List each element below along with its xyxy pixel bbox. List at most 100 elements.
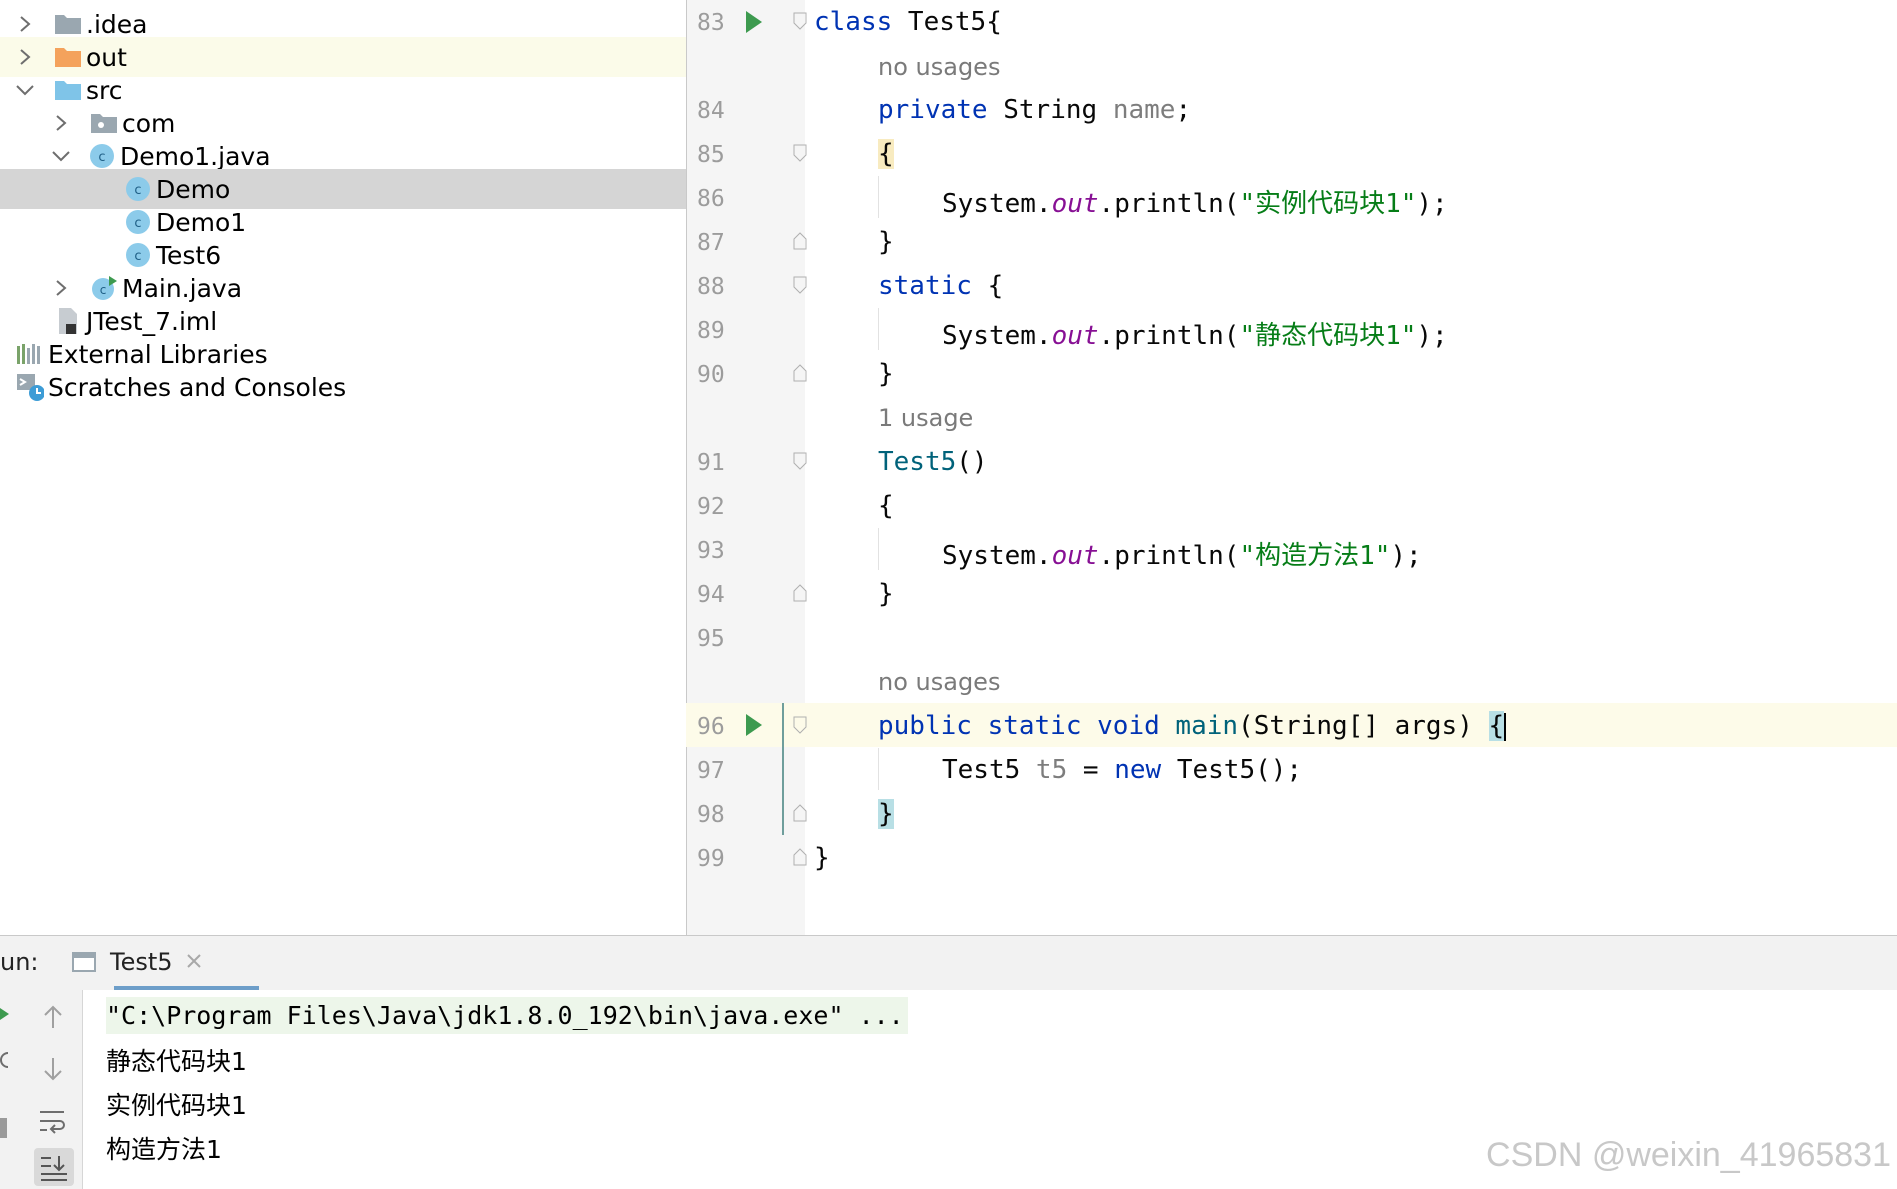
code-line-89[interactable]: System.out.println("静态代码块1"); — [942, 315, 1448, 352]
usage-hint[interactable]: 1 usage — [878, 404, 973, 432]
code-line-86[interactable]: System.out.println("实例代码块1"); — [942, 183, 1448, 220]
line-number: 88 — [697, 274, 725, 300]
usage-hint[interactable]: no usages — [878, 53, 1000, 81]
chevron-down-icon[interactable] — [14, 79, 36, 101]
line-number: 90 — [697, 362, 725, 388]
arrow-up-icon[interactable] — [42, 1004, 64, 1034]
brace: } — [814, 843, 830, 873]
fold-open-icon[interactable] — [793, 144, 807, 162]
scroll-to-end-button[interactable] — [34, 1148, 74, 1186]
java-class-icon: c — [88, 142, 116, 170]
code-line-97[interactable]: Test5 t5 = new Test5(); — [942, 755, 1302, 785]
chevron-right-icon[interactable] — [14, 46, 36, 68]
chevron-right-icon[interactable] — [50, 112, 72, 134]
chevron-down-icon[interactable] — [50, 145, 72, 167]
code-line-85[interactable]: { — [878, 139, 894, 169]
code-line-87[interactable]: } — [878, 227, 894, 257]
stop-icon[interactable] — [0, 1118, 8, 1142]
line-number: 99 — [697, 846, 725, 872]
iml-file-icon — [54, 307, 82, 335]
code-line-88[interactable]: static { — [878, 271, 1003, 301]
indent-guide — [878, 748, 879, 790]
code-line-96[interactable]: public static void main(String[] args) { — [878, 711, 1507, 741]
restart-icon[interactable] — [0, 1050, 10, 1074]
fold-close-icon[interactable] — [793, 848, 807, 866]
method-name: main — [1175, 711, 1239, 741]
brace: } — [878, 227, 894, 257]
code-text: ); — [1390, 541, 1422, 571]
code-text: () — [956, 447, 988, 477]
fold-open-icon[interactable] — [793, 452, 807, 470]
tree-item-label: JTest_7.iml — [86, 306, 218, 336]
line-number: 83 — [697, 10, 725, 36]
console-command-line: "C:\Program Files\Java\jdk1.8.0_192\bin\… — [106, 997, 908, 1034]
tree-item-label: .idea — [86, 9, 148, 39]
tree-item-label: Main.java — [122, 273, 243, 303]
tree-item-label: External Libraries — [48, 339, 268, 369]
scroll-to-end-icon — [39, 1154, 69, 1186]
code-line-84[interactable]: private String name; — [878, 95, 1191, 125]
code-line-94[interactable]: } — [878, 579, 894, 609]
rerun-icon[interactable] — [0, 1006, 10, 1025]
text-cursor — [1504, 712, 1507, 741]
package-icon — [90, 109, 118, 137]
svg-text:c: c — [100, 283, 107, 297]
tree-item-label: Demo — [156, 174, 231, 204]
svg-text:c: c — [134, 249, 141, 264]
brace: { — [878, 139, 894, 169]
java-class-runnable-icon: c — [90, 274, 118, 302]
string-literal: "实例代码块1" — [1239, 189, 1417, 219]
usage-hint[interactable]: no usages — [878, 668, 1000, 696]
fold-open-icon[interactable] — [793, 276, 807, 294]
code-line-93[interactable]: System.out.println("构造方法1"); — [942, 535, 1422, 572]
keyword: private — [878, 95, 988, 125]
fold-close-icon[interactable] — [793, 364, 807, 382]
code-line-90[interactable]: } — [878, 359, 894, 389]
run-toolbar — [0, 990, 83, 1189]
console-output-line: 实例代码块1 — [106, 1091, 247, 1120]
keyword: static — [878, 271, 972, 301]
chevron-right-icon[interactable] — [14, 13, 36, 35]
tree-item-scratches[interactable]: Scratches and Consoles — [0, 367, 686, 407]
matched-brace: } — [878, 799, 894, 829]
code-line-83[interactable]: class Test5{ — [814, 7, 1002, 37]
code-line-99[interactable]: } — [814, 843, 830, 873]
svg-text:c: c — [134, 183, 141, 198]
line-number: 91 — [697, 450, 725, 476]
field-name: name — [1112, 95, 1176, 125]
fold-open-icon[interactable] — [793, 716, 807, 734]
svg-text:c: c — [98, 150, 105, 165]
run-class-icon[interactable] — [746, 11, 762, 33]
run-main-icon[interactable] — [746, 714, 762, 736]
code-line-92[interactable]: { — [878, 491, 894, 521]
folder-icon — [54, 10, 82, 38]
folder-orange-icon — [54, 43, 82, 71]
close-tab-icon[interactable] — [186, 953, 202, 973]
java-class-icon: c — [124, 241, 152, 269]
arrow-down-icon[interactable] — [42, 1056, 64, 1086]
code-text: Test5(); — [1161, 755, 1303, 785]
project-tree: .idea out src com c Demo1.java c Demo c … — [0, 0, 686, 935]
code-line-98[interactable]: } — [878, 799, 894, 829]
fold-close-icon[interactable] — [793, 232, 807, 250]
line-number: 92 — [697, 494, 725, 520]
console-tab-icon — [72, 951, 96, 977]
line-number: 89 — [697, 318, 725, 344]
fold-open-icon[interactable] — [793, 12, 807, 30]
chevron-right-icon[interactable] — [50, 277, 72, 299]
indent-guide — [878, 308, 879, 350]
fold-close-icon[interactable] — [793, 804, 807, 822]
fold-close-icon[interactable] — [793, 584, 807, 602]
code-text: System. — [942, 541, 1052, 571]
line-number: 86 — [697, 186, 725, 212]
brace: { — [878, 491, 894, 521]
brace: } — [878, 359, 894, 389]
code-text: ); — [1416, 321, 1448, 351]
string-literal: "静态代码块1" — [1239, 321, 1417, 351]
code-line-91[interactable]: Test5() — [878, 447, 988, 477]
code-text: = — [1067, 755, 1115, 785]
run-tab-test5[interactable]: Test5 — [70, 936, 259, 990]
soft-wrap-icon[interactable] — [38, 1108, 68, 1138]
tree-item-label: Scratches and Consoles — [48, 372, 347, 402]
keyword: class — [814, 7, 893, 37]
